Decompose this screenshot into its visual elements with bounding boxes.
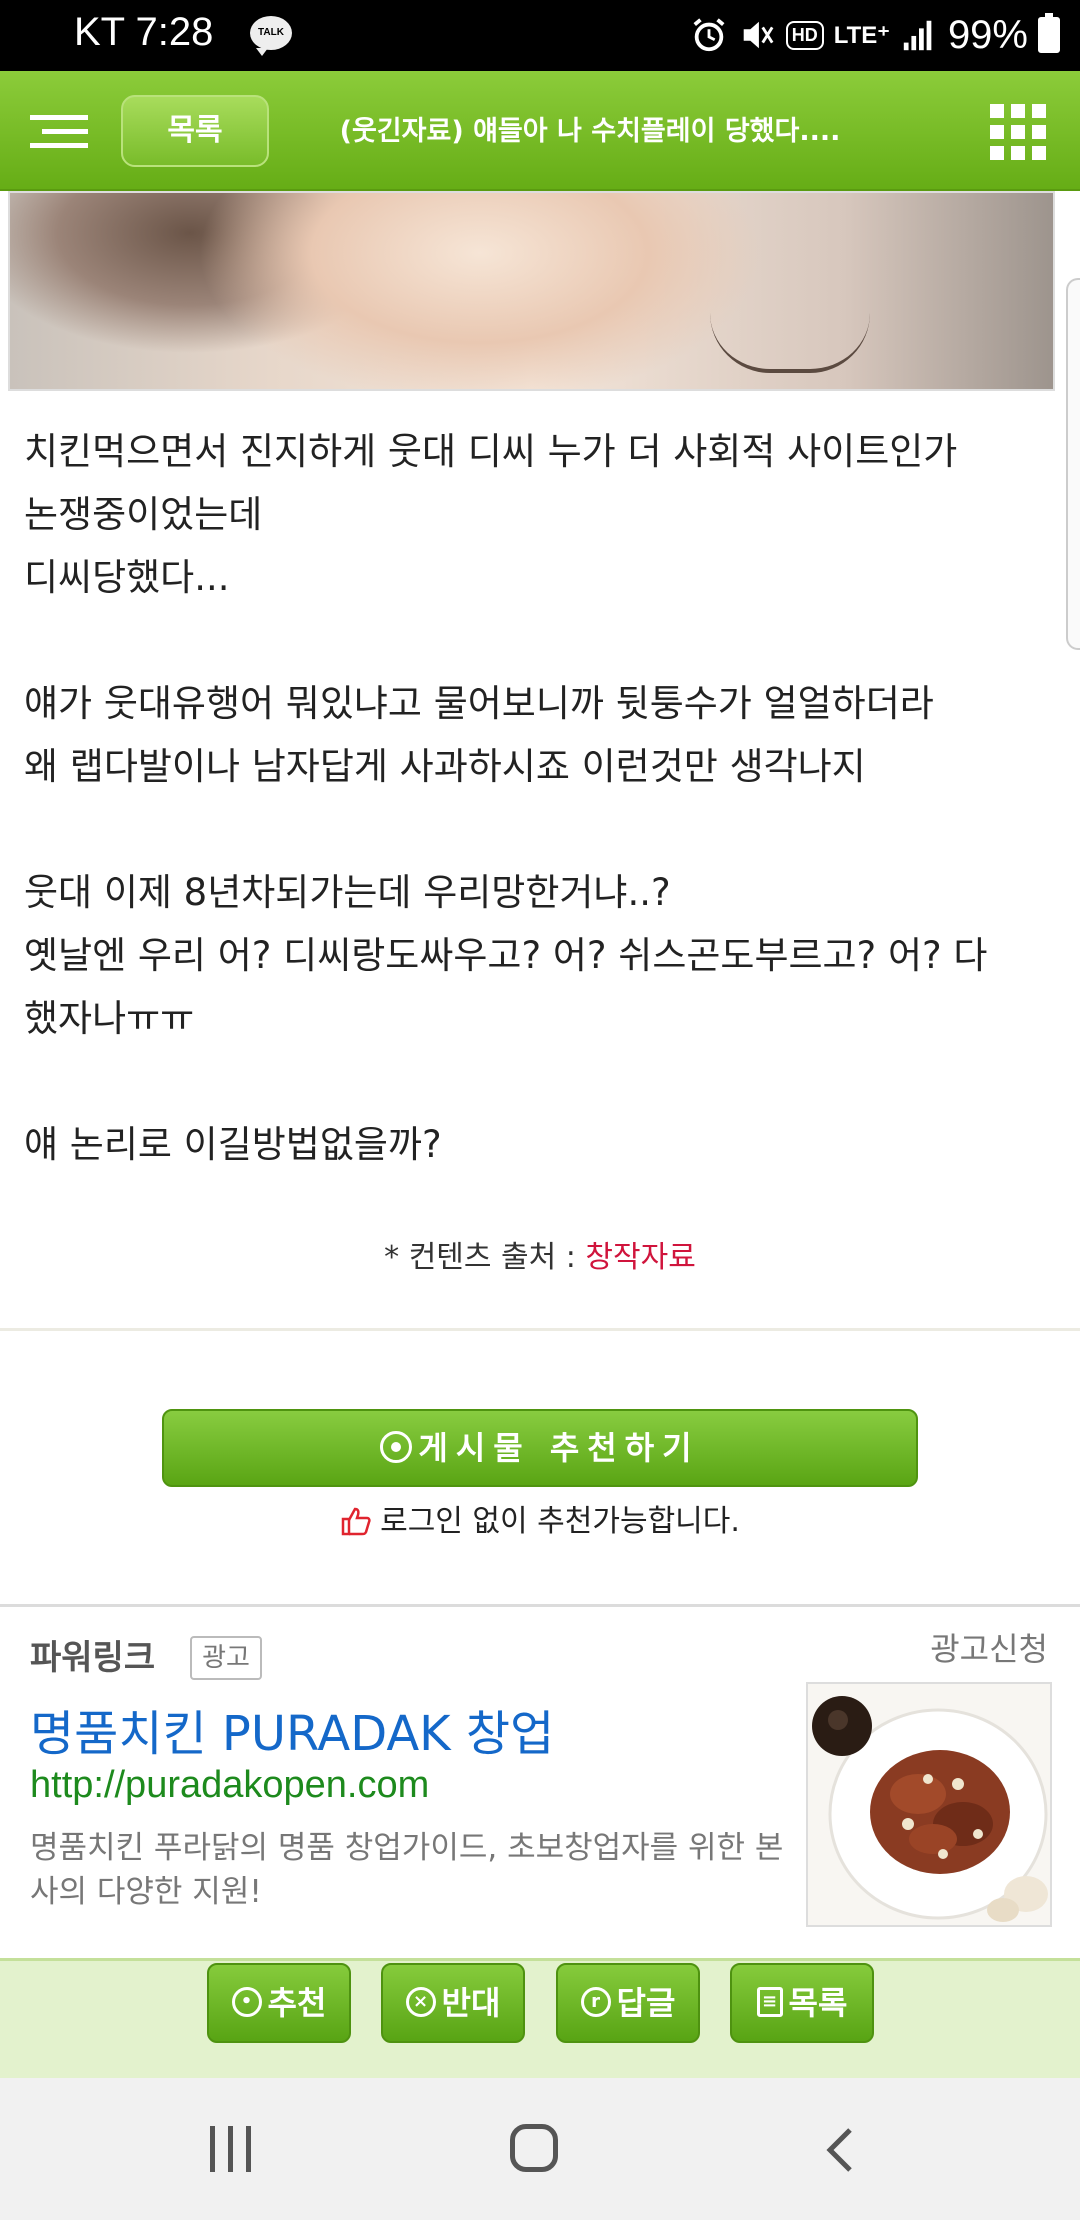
reply-button[interactable]: r 답글 [556,1963,700,2043]
status-icons: HD LTE⁺ 99% [690,10,1060,60]
recommend-note-text: 로그인 없이 추천가능합니다. [380,1504,740,1539]
target-icon [380,1431,413,1463]
article-paragraph: 치킨먹으면서 진지하게 웃대 디씨 누가 더 사회적 사이트인가 논쟁중이었는데… [24,430,958,599]
ad-chicken-image[interactable] [806,1682,1052,1927]
content-source: * 컨텐츠 출처 : 창작자료 [0,1232,1080,1276]
source-link[interactable]: 창작자료 [585,1240,695,1275]
list-button-bottom[interactable]: ≡ 목록 [730,1963,874,2043]
status-bar: KT 7:28 TALK HD LTE⁺ 99% [0,0,1080,71]
post-action-bar: • 추천 × 반대 r 답글 ≡ 목록 [0,1958,1080,2078]
home-icon[interactable] [510,2124,558,2172]
carrier-time: KT 7:28 [74,10,214,54]
recommend-button[interactable]: • 추천 [207,1963,351,2043]
alarm-icon [693,18,725,52]
battery-percent: 99% [947,12,1028,57]
article-body: 치킨먹으면서 진지하게 웃대 디씨 누가 더 사회적 사이트인가 논쟁중이었는데… [24,420,1064,1176]
list-button[interactable]: 목록 [121,95,269,167]
recommend-post-button[interactable]: 게시물 추천하기 [162,1409,918,1487]
powerlink-label: 파워링크 [30,1638,156,1678]
hd-voice-icon: HD [785,20,824,50]
lte-icon: LTE⁺ [833,21,890,49]
target-icon: • [231,1987,262,2017]
list-label: 목록 [788,1984,848,2022]
battery-icon [1038,13,1060,53]
ad-title-link[interactable]: 명품치킨 PURADAK 창업 [30,1694,554,1764]
scrollbar-handle[interactable] [1066,278,1080,650]
recommend-note: 로그인 없이 추천가능합니다. [0,1496,1080,1540]
signal-icon [903,20,932,51]
divider [0,1328,1080,1331]
recommend-post-label: 게시물 추천하기 [418,1429,700,1467]
thumbs-up-icon [341,1507,371,1535]
source-label: * 컨텐츠 출처 : [384,1240,586,1275]
apps-grid-icon[interactable] [990,104,1046,160]
article-paragraph: 웃대 이제 8년차되가는데 우리망한거냐..? 옛날엔 우리 어? 디씨랑도싸우… [24,871,988,1040]
mute-icon [743,21,774,49]
back-icon[interactable] [820,2126,860,2174]
system-nav-bar [0,2078,1080,2220]
menu-icon[interactable] [30,115,88,149]
oppose-button[interactable]: × 반대 [381,1963,525,2043]
recent-apps-icon[interactable] [208,2126,254,2172]
list-icon: ≡ [756,1987,783,2017]
recommend-label: 추천 [267,1984,327,2022]
cross-circle-icon: × [405,1987,436,2017]
page-title: (웃긴자료) 얘들아 나 수치플레이 당했다.... [339,116,841,147]
divider [0,1604,1080,1607]
reply-icon: r [580,1987,611,2017]
ad-description: 명품치킨 푸라닭의 명품 창업가이드, 초보창업자를 위한 본사의 다양한 지원… [30,1830,784,1910]
ad-url-link[interactable]: http://puradakopen.com [30,1764,429,1807]
reply-label: 답글 [616,1984,676,2022]
article-paragraph: 얘 논리로 이길방법없을까? [24,1123,442,1166]
ad-apply-link[interactable]: 광고신청 [930,1624,1048,1670]
article-paragraph: 얘가 웃대유행어 뭐있냐고 물어보니까 뒷퉁수가 얼얼하더라 왜 랩다발이나 남… [24,682,934,788]
oppose-label: 반대 [441,1984,501,2022]
top-app-bar: 목록 (웃긴자료) 얘들아 나 수치플레이 당했다.... [0,71,1080,191]
post-image [8,191,1055,391]
ad-badge: 광고 [190,1636,262,1680]
kakaotalk-icon: TALK [250,16,292,56]
